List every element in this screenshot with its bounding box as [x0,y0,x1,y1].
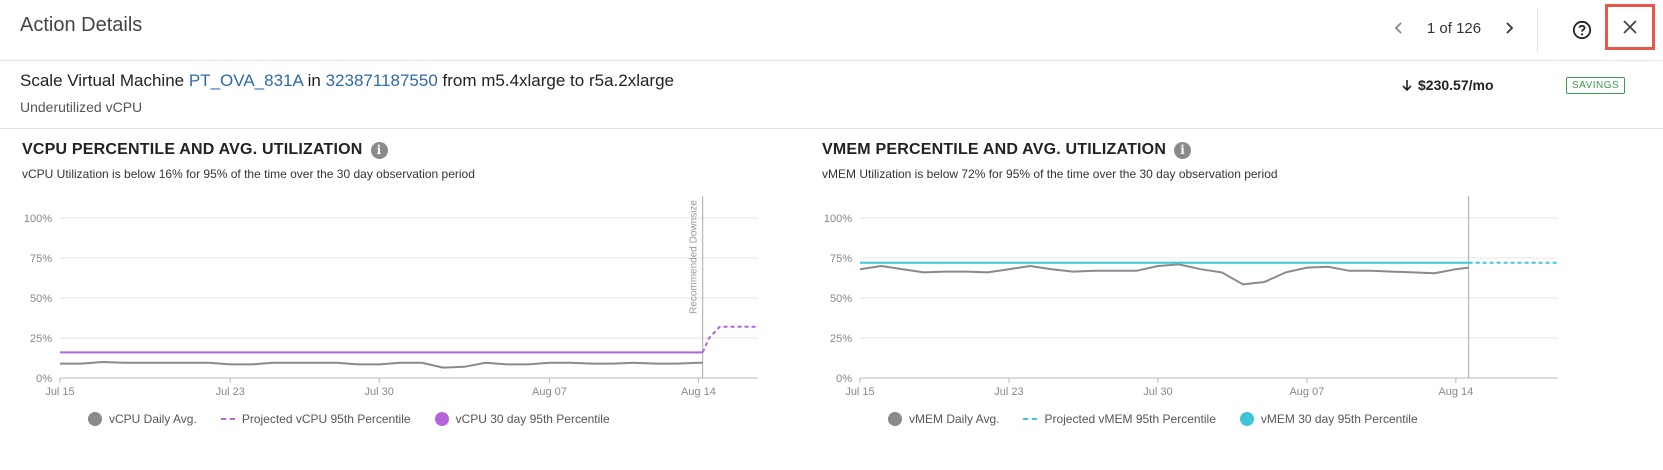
y-tick-label: 25% [830,333,852,345]
series-line [859,263,1469,286]
legend-label: vCPU 30 day 95th Percentile [455,412,610,426]
vmem-chart: 100% 75% 50% 25% 0%Jul 15 Jul 23 Jul 30 Aug 07 A… [824,196,1558,398]
account-link[interactable]: 323871187550 [326,71,438,90]
savings-amount: $230.57/mo [1402,77,1494,93]
legend-label: vMEM Daily Avg. [909,412,1000,426]
x-tick-label: Jul 30 [1143,386,1172,398]
vcpu-panel-subtitle: vCPU Utilization is below 16% for 95% of… [22,167,475,181]
x-tick-label: Jul 23 [994,386,1023,398]
arrow-down-icon [1402,80,1412,91]
previous-button[interactable] [1385,14,1413,42]
next-button[interactable] [1495,14,1523,42]
action-reason: Underutilized vCPU [20,99,143,115]
vmem-title-text: VMEM PERCENTILE AND AVG. UTILIZATION [822,141,1167,158]
x-tick-label: Aug 14 [1438,386,1473,398]
y-tick-label: 0% [836,373,852,385]
action-summary: Scale Virtual Machine PT_OVA_831A in 323… [0,61,1663,129]
info-icon[interactable]: i [370,141,388,159]
close-icon [1623,20,1637,34]
savings-value: $230.57/mo [1418,77,1494,93]
vm-link[interactable]: PT_OVA_831A [189,71,303,90]
y-tick-label: 50% [830,293,852,305]
legend-label: Projected vMEM 95th Percentile [1044,412,1216,426]
savings-badge: SAVINGS [1566,77,1626,94]
y-tick-label: 100% [824,213,852,225]
chevron-right-icon [1506,22,1514,34]
x-tick-label: Jul 15 [45,386,74,398]
x-tick-label: Aug 07 [1289,386,1324,398]
series-line [701,325,758,353]
vcpu-panel: VCPU PERCENTILE AND AVG. UTILIZATION i v… [0,128,831,470]
y-tick-label: 75% [30,253,52,265]
x-tick-label: Aug 07 [532,386,567,398]
action-prefix: Scale Virtual Machine [20,71,189,90]
y-tick-label: 50% [30,293,52,305]
series-line [60,360,703,369]
y-tick-label: 0% [36,373,52,385]
legend-swatch [88,412,102,426]
legend-label: vCPU Daily Avg. [109,412,197,426]
legend-swatch [888,412,902,426]
legend-swatch [434,412,449,426]
legend-swatch [1239,412,1254,426]
action-in: in [302,71,326,90]
close-button[interactable] [1605,4,1655,50]
legend-item-daily-avg[interactable]: vCPU Daily Avg. [88,412,197,426]
vmem-panel: VMEM PERCENTILE AND AVG. UTILIZATION i v… [800,128,1631,470]
vmem-panel-title: VMEM PERCENTILE AND AVG. UTILIZATION i [822,141,1192,159]
y-tick-label: 100% [24,213,52,225]
legend-swatch [1023,418,1038,420]
legend-item-daily-avg[interactable]: vMEM Daily Avg. [888,412,999,426]
x-tick-label: Jul 30 [365,386,394,398]
vcpu-panel-title: VCPU PERCENTILE AND AVG. UTILIZATION i [22,141,388,159]
header-bar: Action Details 1 of 126 [0,0,1663,61]
vcpu-chart: 100% 75% 50% 25% 0%Jul 15 Jul 23 Jul 30 Aug 07 A… [24,196,758,398]
x-tick-label: Jul 15 [845,386,874,398]
vmem-panel-subtitle: vMEM Utilization is below 72% for 95% of… [822,167,1278,181]
action-description: Scale Virtual Machine PT_OVA_831A in 323… [20,71,674,91]
help-icon [1572,20,1592,40]
help-button[interactable] [1568,16,1596,44]
marker-label: Recommended Downsize [689,200,700,314]
chevron-left-icon [1394,22,1402,34]
pager: 1 of 126 [1385,14,1523,42]
legend-label: vMEM 30 day 95th Percentile [1260,412,1418,426]
legend-item-projected[interactable]: Projected vCPU 95th Percentile [220,412,411,426]
page-title: Action Details [20,14,143,36]
legend-item-95th[interactable]: vMEM 30 day 95th Percentile [1239,412,1418,426]
header-divider [1537,8,1538,52]
vcpu-legend: vCPU Daily Avg. Projected vCPU 95th Perc… [88,412,634,426]
pager-count: 1 of 126 [1426,19,1482,37]
y-tick-label: 25% [30,333,52,345]
legend-item-95th[interactable]: vCPU 30 day 95th Percentile [434,412,610,426]
x-tick-label: Aug 14 [681,386,716,398]
legend-item-projected[interactable]: Projected vMEM 95th Percentile [1023,412,1216,426]
vcpu-title-text: VCPU PERCENTILE AND AVG. UTILIZATION [22,141,363,158]
legend-label: Projected vCPU 95th Percentile [241,412,411,426]
vmem-legend: vMEM Daily Avg. Projected vMEM 95th Perc… [888,412,1442,426]
legend-swatch [220,418,235,420]
info-icon[interactable]: i [1174,141,1192,159]
action-suffix: from m5.4xlarge to r5a.2xlarge [437,71,675,90]
x-tick-label: Jul 23 [216,386,245,398]
y-tick-label: 75% [830,253,852,265]
